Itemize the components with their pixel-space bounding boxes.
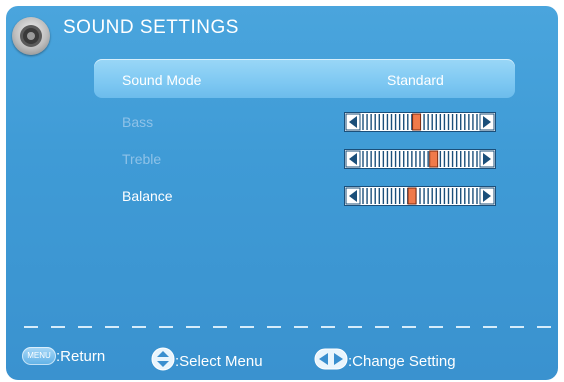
footer-divider [24, 326, 554, 328]
sound-settings-panel: SOUND SETTINGS Sound Mode Standard Bass … [6, 6, 558, 380]
menu-item-balance[interactable]: Balance [94, 183, 515, 209]
menu-item-treble[interactable]: Treble [94, 146, 515, 172]
menu-item-bass[interactable]: Bass [94, 109, 515, 135]
sound-mode-label: Sound Mode [122, 72, 202, 88]
change-setting-hint: :Change Setting [314, 347, 456, 375]
sound-mode-value: Standard [387, 72, 444, 88]
slider-track [344, 112, 496, 132]
bass-slider[interactable] [344, 112, 496, 132]
page-title: SOUND SETTINGS [63, 17, 239, 38]
select-menu-label: :Select Menu [175, 352, 263, 370]
return-hint[interactable]: MENU :Return [22, 347, 105, 365]
slider-track [344, 186, 496, 206]
speaker-icon [12, 17, 50, 55]
menu-item-sound-mode[interactable]: Sound Mode Standard [94, 59, 515, 98]
left-right-key-icon [314, 347, 348, 375]
treble-label: Treble [122, 151, 162, 167]
bass-label: Bass [122, 114, 154, 130]
slider-thumb [407, 187, 417, 205]
up-down-key-icon [151, 347, 175, 375]
balance-label: Balance [122, 188, 173, 204]
slider-track [344, 149, 496, 169]
select-menu-hint: :Select Menu [151, 347, 263, 375]
slider-thumb [429, 150, 439, 168]
balance-slider[interactable] [344, 186, 496, 206]
change-setting-label: :Change Setting [348, 352, 456, 370]
footer-hints: MENU :Return :Select Menu :Change Settin… [6, 342, 558, 372]
return-label: :Return [56, 347, 106, 365]
slider-thumb [412, 113, 422, 131]
treble-slider[interactable] [344, 149, 496, 169]
menu-key-icon: MENU [22, 347, 56, 365]
